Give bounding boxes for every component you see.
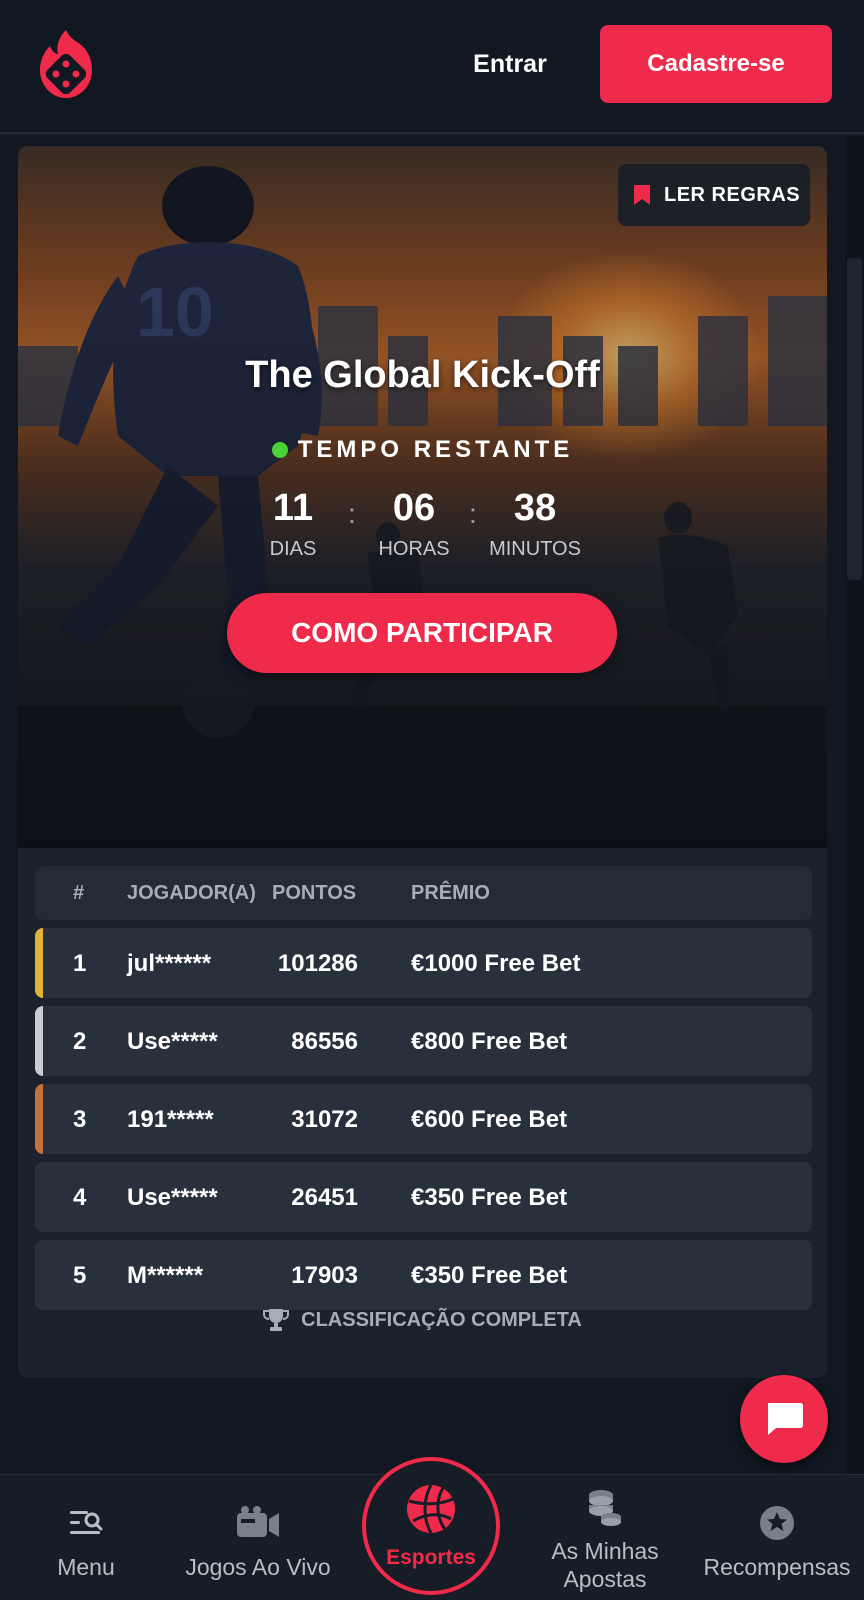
- countdown-hours: 06 HORAS: [344, 486, 484, 561]
- countdown-days: 11 DIAS: [223, 486, 363, 561]
- chat-bubble-icon: [768, 1403, 803, 1435]
- full-ranking-link[interactable]: CLASSIFICAÇÃO COMPLETA: [18, 1308, 827, 1332]
- row-points: 86556: [291, 1028, 358, 1055]
- row-rank: 1: [73, 950, 87, 977]
- read-rules-button[interactable]: LER REGRAS: [618, 164, 810, 226]
- row-prize: €600 Free Bet: [411, 1106, 568, 1133]
- countdown: 11 DIAS : 06 HORAS : 38 MINUTOS: [18, 486, 827, 566]
- row-player: 191*****: [127, 1106, 214, 1133]
- row-prize: €1000 Free Bet: [411, 950, 581, 977]
- scrollbar-thumb[interactable]: [847, 258, 862, 580]
- countdown-minutes: 38 MINUTOS: [465, 486, 605, 561]
- days-value: 11: [272, 487, 314, 529]
- header-player: JOGADOR(A): [127, 882, 256, 904]
- row-prize: €350 Free Bet: [411, 1262, 568, 1289]
- row-player: jul******: [127, 950, 212, 977]
- nav-menu[interactable]: Menu: [36, 1475, 136, 1600]
- tournament-title: The Global Kick-Off: [245, 354, 600, 396]
- row-player: Use*****: [127, 1184, 218, 1211]
- row-points: 17903: [291, 1262, 358, 1289]
- top-header: Entrar Cadastre-se: [0, 0, 864, 134]
- time-remaining: TEMPO RESTANTE: [18, 436, 827, 464]
- sports-ball-icon: [407, 1484, 455, 1534]
- row-points: 101286: [277, 950, 358, 977]
- time-remaining-label: TEMPO RESTANTE: [297, 436, 574, 463]
- nav-my-bets-label: As Minhas Apostas: [551, 1537, 658, 1593]
- row-points: 26451: [291, 1184, 358, 1211]
- rank-accent-bar: [35, 1084, 43, 1154]
- header-points: PONTOS: [272, 882, 357, 904]
- rank-accent-bar: [35, 1006, 43, 1076]
- row-points: 31072: [291, 1106, 358, 1133]
- login-button[interactable]: Entrar: [455, 40, 565, 88]
- row-rank: 2: [73, 1028, 87, 1055]
- hours-label: HORAS: [378, 538, 450, 560]
- row-prize: €800 Free Bet: [411, 1028, 568, 1055]
- minutes-value: 38: [513, 487, 557, 529]
- leaderboard-row: 4 Use***** 26451 €350 Free Bet: [35, 1162, 812, 1232]
- nav-rewards[interactable]: Recompensas: [695, 1475, 859, 1600]
- live-camera-icon: [237, 1506, 279, 1537]
- nav-my-bets-line1: As Minhas: [551, 1538, 659, 1564]
- nav-live-games[interactable]: Jogos Ao Vivo: [178, 1475, 338, 1600]
- chat-button[interactable]: [740, 1375, 828, 1463]
- nav-sports[interactable]: Esportes: [362, 1457, 500, 1595]
- row-prize: €350 Free Bet: [411, 1184, 568, 1211]
- leaderboard-row: 3 191***** 31072 €600 Free Bet: [35, 1084, 812, 1154]
- coin-stack-icon: [589, 1490, 621, 1526]
- leaderboard-header: # JOGADOR(A) PONTOS PRÊMIO: [35, 866, 812, 920]
- row-player: Use*****: [127, 1028, 218, 1055]
- read-rules-label: LER REGRAS: [664, 183, 801, 206]
- signup-button[interactable]: Cadastre-se: [600, 25, 832, 103]
- header-prize: PRÊMIO: [411, 882, 490, 904]
- minutes-label: MINUTOS: [489, 538, 581, 560]
- nav-live-games-label: Jogos Ao Vivo: [185, 1554, 331, 1580]
- full-ranking-label: CLASSIFICAÇÃO COMPLETA: [301, 1308, 582, 1331]
- row-player: M******: [127, 1262, 204, 1289]
- bookmark-icon: [634, 185, 650, 205]
- rank-accent-bar: [35, 1240, 43, 1310]
- nav-sports-label: Esportes: [386, 1546, 476, 1569]
- leaderboard-row: 2 Use***** 86556 €800 Free Bet: [35, 1006, 812, 1076]
- row-rank: 4: [73, 1184, 87, 1211]
- menu-search-icon: [70, 1511, 103, 1534]
- row-rank: 5: [73, 1262, 87, 1289]
- trophy-icon: [263, 1309, 290, 1331]
- how-to-participate-button[interactable]: COMO PARTICIPAR: [227, 593, 617, 673]
- leaderboard-row: 5 M****** 17903 €350 Free Bet: [35, 1240, 812, 1310]
- nav-my-bets-line2: Apostas: [563, 1566, 647, 1592]
- tournament-card: 10 LER REGRAS The Global Kick-Off TEMPO …: [18, 146, 827, 1378]
- row-rank: 3: [73, 1106, 87, 1133]
- hours-value: 06: [392, 487, 436, 529]
- live-dot-icon: [271, 442, 288, 458]
- rank-accent-bar: [35, 928, 43, 998]
- leaderboard-row: 1 jul****** 101286 €1000 Free Bet: [35, 928, 812, 998]
- brand-logo-icon[interactable]: [36, 28, 96, 100]
- nav-rewards-label: Recompensas: [703, 1554, 851, 1580]
- days-label: DIAS: [269, 538, 317, 560]
- star-badge-icon: [760, 1506, 794, 1540]
- rank-accent-bar: [35, 1162, 43, 1232]
- nav-my-bets[interactable]: As Minhas Apostas: [540, 1475, 670, 1600]
- hero-banner: 10 LER REGRAS The Global Kick-Off TEMPO …: [18, 146, 827, 848]
- nav-menu-label: Menu: [57, 1554, 115, 1580]
- header-rank: #: [73, 882, 85, 904]
- leaderboard: # JOGADOR(A) PONTOS PRÊMIO 1 jul****** 1…: [35, 866, 812, 1310]
